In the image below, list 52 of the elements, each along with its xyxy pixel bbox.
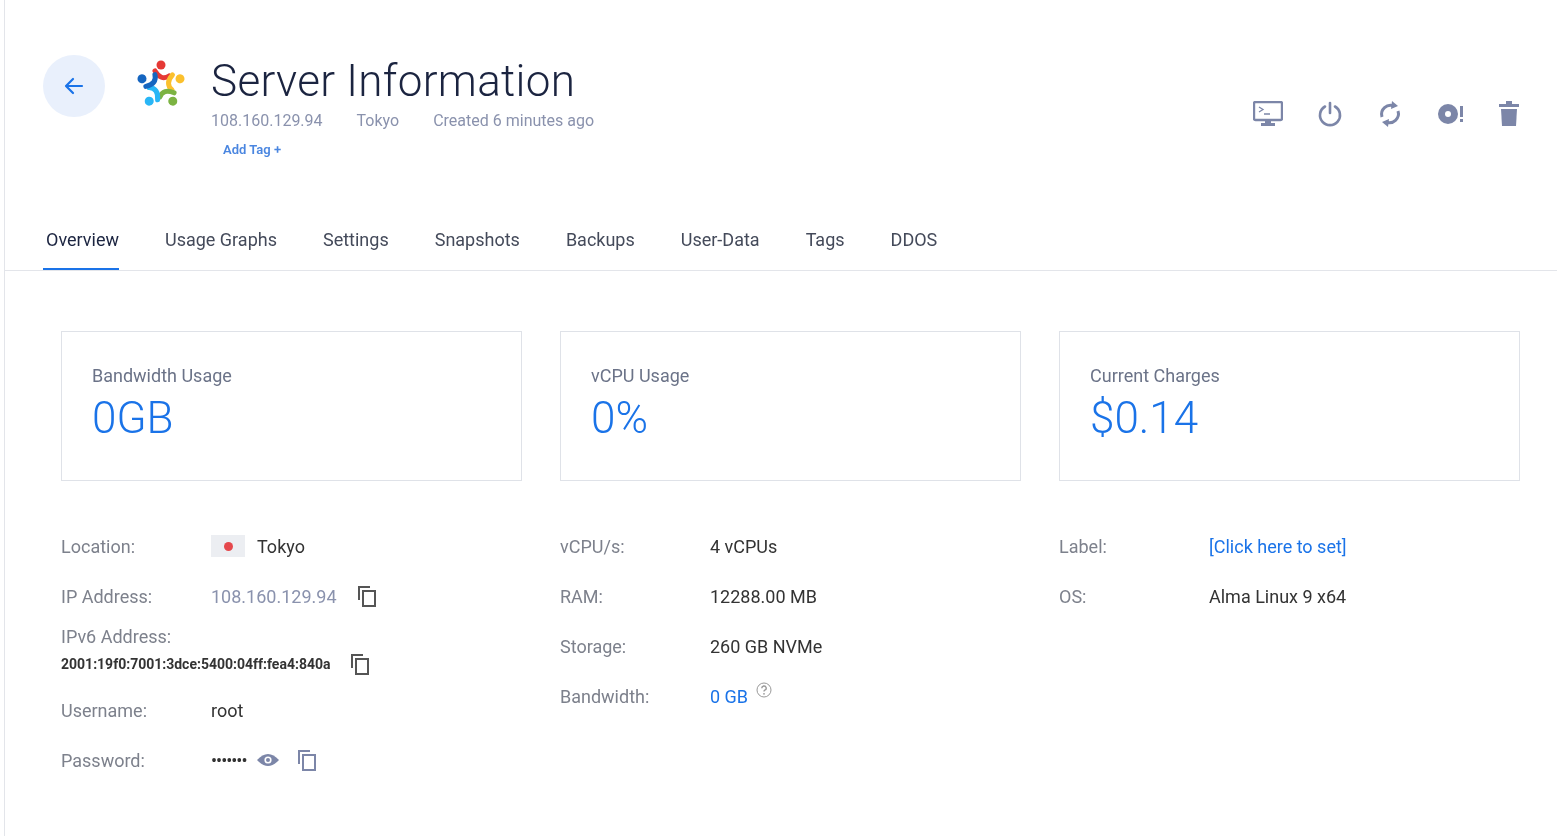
detail-value: 12288.00 MB — [710, 585, 817, 607]
detail-value: 108.160.129.94 — [211, 585, 337, 607]
eye-icon[interactable] — [256, 753, 279, 767]
detail-value: 4 vCPUs — [710, 535, 778, 557]
detail-label: Password: — [61, 749, 146, 771]
server-meta: 108.160.129.94 — [211, 111, 323, 130]
console-icon[interactable] — [1253, 101, 1283, 127]
detail-label: Storage: — [560, 635, 628, 657]
power-icon[interactable] — [1317, 101, 1343, 127]
detail-link[interactable]: [Click here to set] — [1209, 535, 1347, 557]
tab[interactable]: Snapshots — [434, 229, 520, 270]
detail-label: IPv6 Address: — [61, 624, 173, 649]
copy-icon[interactable] — [296, 749, 317, 771]
detail-label: OS: — [1059, 585, 1088, 607]
stat-value: 0GB — [92, 392, 175, 444]
detail-label: vCPU/s: — [560, 535, 626, 557]
trash-icon[interactable] — [1499, 101, 1519, 127]
copy-icon[interactable] — [356, 585, 377, 607]
detail-link[interactable]: 0 GB — [710, 685, 749, 707]
detail-value: 260 GB NVMe — [710, 635, 823, 657]
detail-value: Alma Linux 9 x64 — [1209, 585, 1347, 607]
stat-title: Current Charges — [1090, 365, 1221, 386]
server-meta: Tokyo — [356, 111, 400, 130]
detail-value: Tokyo — [257, 535, 305, 557]
tab[interactable]: Backups — [565, 229, 635, 270]
tab[interactable]: Usage Graphs — [164, 229, 277, 270]
tab[interactable]: Overview — [43, 229, 119, 270]
stat-title: Bandwidth Usage — [92, 365, 233, 386]
detail-label: RAM: — [560, 585, 604, 607]
stat-title: vCPU Usage — [591, 365, 691, 386]
tab[interactable]: User-Data — [680, 229, 760, 270]
password-value: ••••••• — [211, 749, 247, 771]
tab[interactable]: DDOS — [890, 229, 938, 270]
stat-value: 0% — [591, 392, 649, 444]
detail-label: IP Address: — [61, 585, 154, 607]
copy-icon[interactable] — [350, 653, 371, 675]
ipv6-address: 2001:19f0:7001:3dce:5400:04ff:fea4:840a — [61, 656, 331, 672]
server-meta: Created 6 minutes ago — [433, 111, 595, 130]
tab[interactable]: Tags — [805, 229, 845, 270]
flag-icon — [211, 535, 245, 557]
tab[interactable]: Settings — [322, 229, 389, 270]
detail-label: Bandwidth: — [560, 685, 651, 707]
detail-label: Label: — [1059, 535, 1108, 557]
refresh-icon[interactable] — [1377, 100, 1403, 128]
detail-label: Username: — [61, 699, 149, 721]
stat-value: $0.14 — [1090, 392, 1200, 444]
add-tag-link[interactable]: Add Tag + — [223, 142, 282, 157]
disc-alert-icon[interactable] — [1437, 102, 1465, 126]
page-title: Server Information — [211, 54, 576, 108]
detail-value: root — [211, 699, 244, 721]
detail-label: Location: — [61, 535, 136, 557]
help-icon[interactable] — [756, 682, 773, 698]
